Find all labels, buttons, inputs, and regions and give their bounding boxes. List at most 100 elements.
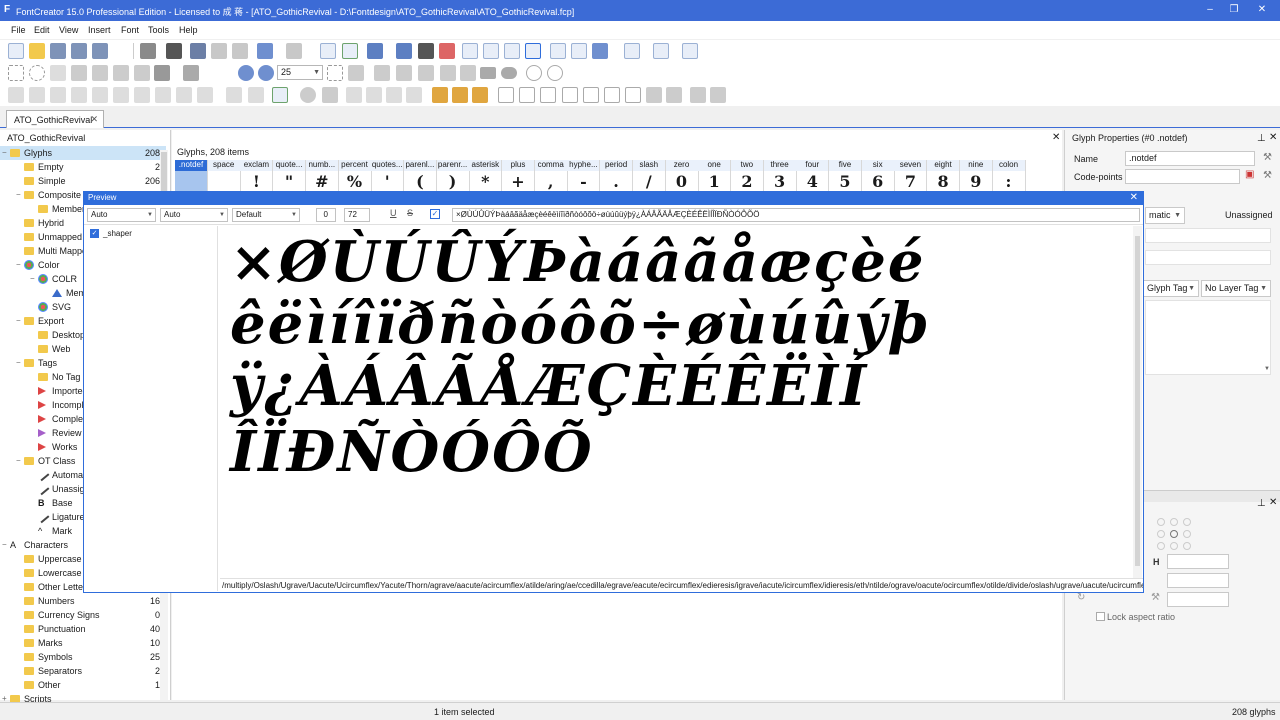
size-spinner[interactable]: 72 — [344, 208, 370, 222]
rotate-transform-icon[interactable]: ↻ — [1077, 592, 1085, 603]
tool-icon[interactable] — [690, 87, 706, 103]
glyph-cell[interactable]: asterisk * — [469, 160, 503, 192]
insert-glyph-icon[interactable] — [320, 43, 336, 59]
glyph-cell[interactable]: four 4 — [796, 160, 830, 192]
zoom-fit-icon[interactable] — [327, 65, 343, 81]
expander-icon[interactable]: − — [30, 272, 35, 286]
link-icon[interactable] — [367, 43, 383, 59]
fill-icon[interactable] — [134, 65, 150, 81]
codepoints-field[interactable] — [1125, 169, 1240, 184]
rotate-alt-icon[interactable] — [248, 87, 264, 103]
glyph-cell[interactable]: space — [207, 160, 241, 192]
skew-icon[interactable]: ⚒ — [1151, 592, 1160, 603]
font-icon[interactable]: ▣ — [1245, 169, 1254, 180]
validate-icon[interactable] — [525, 43, 541, 59]
save-as-icon[interactable] — [71, 43, 87, 59]
script-combo[interactable]: Auto ▼ — [87, 208, 156, 222]
expander-icon[interactable]: − — [16, 314, 21, 328]
close-tab-icon[interactable]: ✕ — [90, 114, 98, 125]
expander-icon[interactable]: − — [16, 258, 21, 272]
new-icon[interactable] — [8, 43, 24, 59]
layer-tag-combo[interactable]: No Layer Tag ▼ — [1201, 280, 1271, 297]
glyph-cell[interactable]: colon: — [992, 160, 1026, 192]
close-preview-icon[interactable]: ✕ — [1130, 192, 1138, 203]
anchor-icon[interactable] — [646, 87, 662, 103]
flip-v-icon[interactable] — [197, 87, 213, 103]
pin-transform-icon[interactable]: ⊥ — [1257, 498, 1266, 509]
subtract-icon[interactable] — [472, 87, 488, 103]
glyph-cell[interactable]: quotes... ' — [371, 160, 405, 192]
kerning-icon[interactable] — [504, 43, 520, 59]
refresh-icon[interactable] — [322, 87, 338, 103]
name-field[interactable]: .notdef — [1125, 151, 1255, 166]
open-icon[interactable] — [29, 43, 45, 59]
zoom-in-icon[interactable] — [238, 65, 254, 81]
shaper-checkbox[interactable]: ✓ — [90, 229, 99, 238]
menu-font[interactable]: Font — [121, 25, 139, 35]
glyph-cell[interactable]: plus + — [502, 160, 535, 192]
undo-icon[interactable] — [257, 43, 273, 59]
preview-scrollbar[interactable] — [1133, 226, 1142, 578]
export-icon[interactable] — [682, 43, 698, 59]
distribute-icon[interactable] — [134, 87, 150, 103]
cells-icon[interactable] — [583, 87, 599, 103]
glyph-cell[interactable]: one 1 — [698, 160, 732, 192]
tree-item[interactable]: Currency Signs 0 — [0, 608, 166, 622]
check-icon[interactable]: ✓ — [430, 209, 440, 219]
preview-icon[interactable] — [592, 43, 608, 59]
menu-tools[interactable]: Tools — [148, 25, 169, 35]
wrench-codepoints-icon[interactable]: ⚒ — [1263, 170, 1272, 181]
scroll-down-icon[interactable]: ▼ — [1264, 366, 1270, 372]
close-window-icon[interactable]: ✕ — [1252, 3, 1272, 17]
tree-item[interactable]: Separators 2 — [0, 664, 166, 678]
expander-icon[interactable]: − — [16, 188, 21, 202]
select-rect-icon[interactable] — [8, 65, 24, 81]
flip-icon[interactable] — [176, 87, 192, 103]
image-icon[interactable] — [418, 65, 434, 81]
preview-text-input[interactable]: ×ØÙÚÛÜÝÞàáâãäåæçèéêëìíîïðñòóôõö÷øùúûüýþÿ… — [452, 208, 1140, 222]
rows-icon[interactable] — [562, 87, 578, 103]
tree-item[interactable]: Marks 10 — [0, 636, 166, 650]
glyph-cell[interactable]: five 5 — [829, 160, 862, 192]
tree-item[interactable]: Punctuation 40 — [0, 622, 166, 636]
table-alt-icon[interactable] — [519, 87, 535, 103]
print-icon[interactable] — [140, 43, 156, 59]
zoom-select-icon[interactable] — [348, 65, 364, 81]
align-top-icon[interactable] — [71, 87, 87, 103]
menu-help[interactable]: Help — [179, 25, 198, 35]
close-panel-icon[interactable]: ✕ — [1052, 132, 1060, 143]
language-combo[interactable]: Auto ▼ — [160, 208, 228, 222]
save-icon[interactable] — [50, 43, 66, 59]
tree-item[interactable]: Numbers 16 — [0, 594, 166, 608]
strikethrough-icon[interactable]: S — [407, 208, 413, 218]
arrow-tool-icon[interactable] — [374, 65, 390, 81]
align-middle-icon[interactable] — [92, 87, 108, 103]
glyph-cell[interactable]: six 6 — [861, 160, 895, 192]
split-icon[interactable] — [625, 87, 641, 103]
menu-file[interactable]: File — [11, 25, 26, 35]
ellipse-icon[interactable] — [501, 67, 517, 79]
features-combo[interactable]: Default ▼ — [232, 208, 300, 222]
align-bottom-icon[interactable] — [113, 87, 129, 103]
tree-item[interactable]: Symbols 25 — [0, 650, 166, 664]
contour-icon[interactable] — [272, 87, 288, 103]
layer-icon[interactable] — [154, 65, 170, 81]
cut-icon[interactable] — [190, 43, 206, 59]
hand-stop-icon[interactable] — [666, 87, 682, 103]
glyph-cell[interactable]: hyphe... - — [567, 160, 601, 192]
glyph-cell[interactable]: zero 0 — [665, 160, 699, 192]
triangle-right-icon[interactable] — [386, 87, 402, 103]
expander-icon[interactable]: − — [2, 538, 7, 552]
glyph-cell[interactable]: period. — [600, 160, 634, 192]
redo-icon[interactable] — [286, 43, 302, 59]
triangle-down-icon[interactable] — [406, 87, 422, 103]
distribute-v-icon[interactable] — [155, 87, 171, 103]
glyph-cell[interactable]: .notdef — [175, 160, 208, 192]
restore-icon[interactable]: ❐ — [1224, 3, 1244, 17]
abc-icon[interactable] — [550, 43, 566, 59]
rectangle-icon[interactable] — [480, 67, 496, 79]
expander-icon[interactable]: − — [16, 454, 21, 468]
hand-icon[interactable] — [50, 65, 66, 81]
paste-icon[interactable] — [232, 43, 248, 59]
measure-icon[interactable] — [92, 65, 108, 81]
